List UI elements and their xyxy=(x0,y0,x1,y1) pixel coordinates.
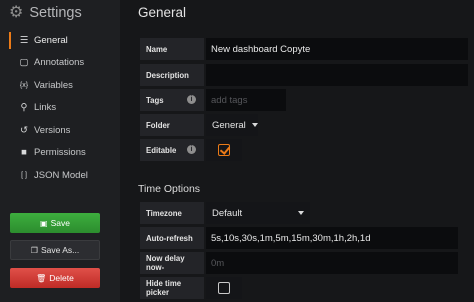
editable-label-text: Editable xyxy=(146,145,177,155)
auto-refresh-row: Auto-refresh 5s,10s,30s,1m,5m,15m,30m,1h… xyxy=(140,227,458,249)
save-icon: ▣ xyxy=(40,218,48,228)
sidebar-item-label: Versions xyxy=(34,124,71,136)
time-options-heading: Time Options xyxy=(138,183,201,195)
sidebar-item-annotations[interactable]: ▢ Annotations xyxy=(0,52,120,75)
page-title: General xyxy=(138,5,187,20)
settings-title: ⚙ Settings xyxy=(9,4,82,22)
auto-refresh-label-text: Auto-refresh xyxy=(146,233,193,243)
save-as-button[interactable]: ❐ Save As... xyxy=(10,240,100,260)
timezone-row: Timezone Default xyxy=(140,202,310,224)
settings-main: General Name New dashboard Copyte Descri… xyxy=(120,0,474,302)
sidebar-item-links[interactable]: ⚲ Links xyxy=(0,97,120,120)
tags-row: Tags i add tags xyxy=(140,89,286,111)
name-label-text: Name xyxy=(146,44,168,54)
now-delay-row: Now delay now- 0m xyxy=(140,252,458,274)
save-button[interactable]: ▣ Save xyxy=(10,213,100,233)
editable-checkbox[interactable] xyxy=(218,144,230,156)
now-delay-label-text: Now delay now- xyxy=(146,254,185,272)
timezone-select[interactable]: Default xyxy=(206,202,310,224)
hide-time-picker-checkbox-wrap xyxy=(206,277,242,299)
settings-nav: ☰ General ▢ Annotations {x} Variables ⚲ … xyxy=(0,29,120,187)
code-icon: [ ] xyxy=(21,171,27,179)
sidebar-item-permissions[interactable]: ■ Permissions xyxy=(0,142,120,165)
hide-time-picker-checkbox[interactable] xyxy=(218,282,230,294)
sidebar-item-variables[interactable]: {x} Variables xyxy=(0,74,120,97)
sidebar-item-label: JSON Model xyxy=(34,169,88,181)
editable-checkbox-wrap xyxy=(206,139,242,161)
folder-select-value: General xyxy=(212,119,246,131)
gear-icon: ⚙ xyxy=(9,4,24,21)
folder-row: Folder General xyxy=(140,114,258,136)
info-icon[interactable]: i xyxy=(187,145,196,154)
description-label-text: Description xyxy=(146,70,189,80)
name-row: Name New dashboard Copyte xyxy=(140,38,468,60)
description-label: Description xyxy=(140,64,204,86)
sidebar-item-label: Annotations xyxy=(34,57,85,69)
settings-title-text: Settings xyxy=(29,5,82,21)
comment-icon: ▢ xyxy=(19,57,29,69)
description-row: Description xyxy=(140,64,468,86)
hide-time-picker-label-text: Hide time picker xyxy=(146,279,182,297)
folder-label: Folder xyxy=(140,114,204,136)
trash-icon: 🗑 xyxy=(36,273,47,283)
timezone-label: Timezone xyxy=(140,202,204,224)
sidebar-item-versions[interactable]: ↺ Versions xyxy=(0,119,120,142)
sidebar-item-label: General xyxy=(34,34,68,46)
timezone-select-value: Default xyxy=(212,207,243,219)
now-delay-label: Now delay now- xyxy=(140,252,204,274)
caret-down-icon xyxy=(298,211,304,215)
history-icon: ↺ xyxy=(20,124,28,136)
name-input[interactable]: New dashboard Copyte xyxy=(206,38,468,60)
save-button-label: Save xyxy=(50,218,70,228)
sidebar-item-json-model[interactable]: [ ] JSON Model xyxy=(0,164,120,187)
editable-label: Editable i xyxy=(140,139,204,161)
editable-row: Editable i xyxy=(140,139,242,161)
link-icon: ⚲ xyxy=(20,102,28,114)
now-delay-input[interactable]: 0m xyxy=(206,252,458,274)
sidebar-item-label: Permissions xyxy=(34,147,86,159)
description-input[interactable] xyxy=(206,64,468,86)
variable-icon: {x} xyxy=(19,81,29,89)
lock-icon: ■ xyxy=(21,147,27,159)
folder-select[interactable]: General xyxy=(206,114,258,136)
auto-refresh-input[interactable]: 5s,10s,30s,1m,5m,15m,30m,1h,2h,1d xyxy=(206,227,458,249)
name-label: Name xyxy=(140,38,204,60)
folder-label-text: Folder xyxy=(146,120,170,130)
delete-button-label: Delete xyxy=(49,273,74,283)
sidebar-item-label: Links xyxy=(34,102,57,114)
info-icon[interactable]: i xyxy=(187,95,196,104)
sliders-icon: ☰ xyxy=(19,34,29,46)
copy-icon: ❐ xyxy=(30,245,38,255)
timezone-label-text: Timezone xyxy=(146,208,182,218)
tags-label: Tags i xyxy=(140,89,204,111)
save-as-button-label: Save As... xyxy=(40,245,80,255)
hide-time-picker-label: Hide time picker xyxy=(140,277,204,299)
tags-label-text: Tags xyxy=(146,95,164,105)
tags-input[interactable]: add tags xyxy=(206,89,286,111)
delete-button[interactable]: 🗑 Delete xyxy=(10,268,100,288)
settings-sidebar: ⚙ Settings ☰ General ▢ Annotations {x} V… xyxy=(0,0,120,302)
sidebar-item-label: Variables xyxy=(34,79,73,91)
auto-refresh-label: Auto-refresh xyxy=(140,227,204,249)
caret-down-icon xyxy=(251,123,258,127)
hide-time-picker-row: Hide time picker xyxy=(140,277,242,299)
sidebar-item-general[interactable]: ☰ General xyxy=(0,29,120,52)
